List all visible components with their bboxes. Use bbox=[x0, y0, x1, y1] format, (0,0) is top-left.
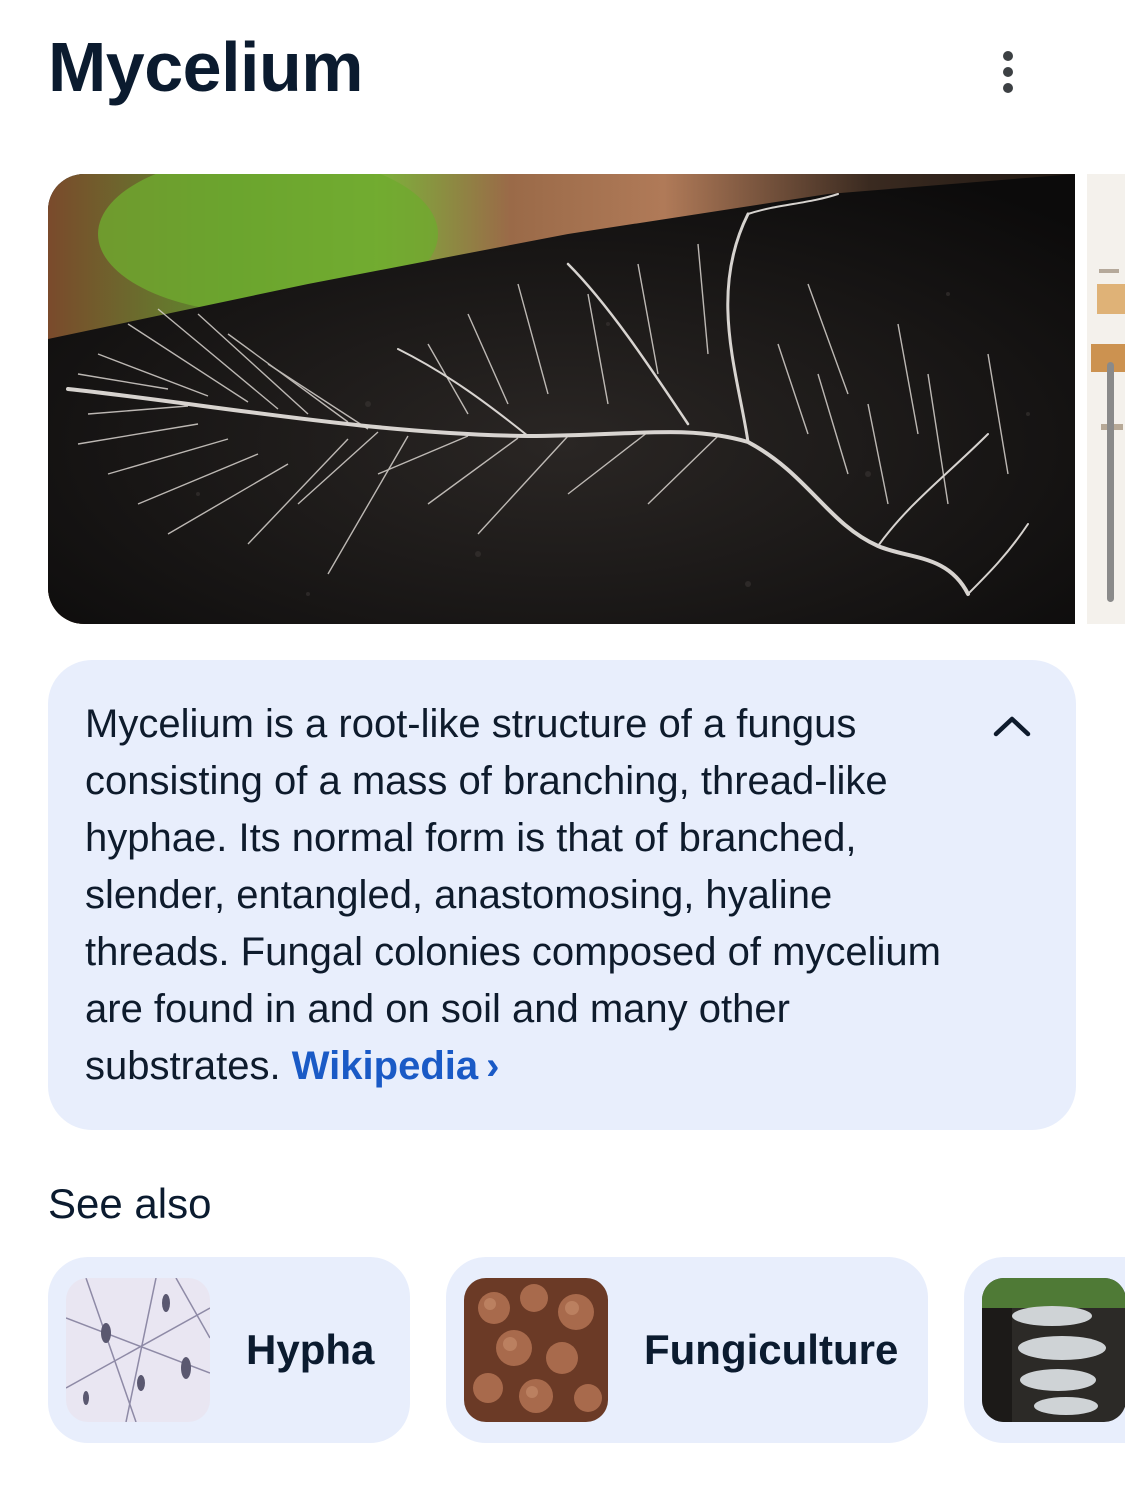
see-also-heading: See also bbox=[48, 1180, 212, 1227]
chevron-right-icon: › bbox=[486, 1044, 500, 1088]
see-also-card-next[interactable] bbox=[964, 1257, 1125, 1443]
hypha-thumbnail bbox=[66, 1278, 210, 1422]
scrollbar[interactable] bbox=[1107, 362, 1114, 602]
wikipedia-link-label: Wikipedia bbox=[291, 1044, 479, 1088]
hero-image[interactable] bbox=[48, 174, 1075, 624]
fungiculture-thumbnail bbox=[464, 1278, 608, 1422]
mycelium-photo bbox=[48, 174, 1075, 624]
collapse-button[interactable] bbox=[986, 700, 1038, 752]
wikipedia-link[interactable]: Wikipedia › bbox=[292, 1044, 500, 1088]
page-title: Mycelium bbox=[48, 28, 364, 106]
next-card-thumbnail bbox=[982, 1278, 1125, 1422]
see-also-label: Fungiculture bbox=[644, 1326, 899, 1373]
more-options-button[interactable] bbox=[982, 44, 1034, 100]
summary-text-block: Mycelium is a root-like structure of a f… bbox=[85, 696, 985, 1095]
summary-card: Mycelium is a root-like structure of a f… bbox=[48, 660, 1076, 1130]
see-also-card-fungiculture[interactable]: Fungiculture bbox=[446, 1257, 928, 1443]
more-vert-icon bbox=[1003, 51, 1013, 93]
see-also-label: Hypha bbox=[246, 1326, 375, 1373]
next-image-thumbnail bbox=[1087, 174, 1125, 624]
see-also-card-hypha[interactable]: Hypha bbox=[48, 1257, 410, 1443]
summary-text: Mycelium is a root-like structure of a f… bbox=[85, 702, 941, 1088]
next-image-preview[interactable] bbox=[1087, 174, 1125, 624]
chevron-up-icon bbox=[993, 716, 1031, 737]
knowledge-panel: Mycelium Mycelium is a root-like structu… bbox=[0, 0, 1125, 1490]
